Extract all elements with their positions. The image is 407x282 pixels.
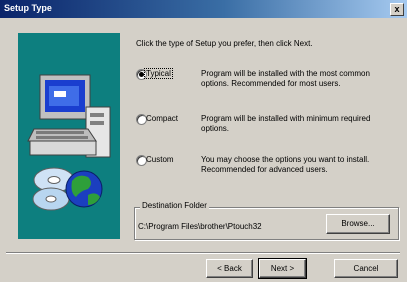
compact-description: Program will be installed with minimum r… (201, 114, 371, 133)
setup-illustration (18, 33, 120, 239)
back-button-label: < Back (217, 264, 242, 273)
radio-selected-dot (139, 72, 144, 77)
intro-text: Click the type of Setup you prefer, then… (136, 39, 313, 48)
next-button[interactable]: Next > (258, 258, 307, 279)
custom-description: You may choose the options you want to i… (201, 155, 370, 174)
browse-button-label: Browse... (341, 219, 375, 228)
separator (6, 252, 400, 254)
close-icon: x (394, 4, 400, 14)
destination-folder-legend: Destination Folder (140, 201, 209, 210)
setup-type-dialog: Setup Type x Click the type of Setup you… (0, 0, 407, 282)
custom-label[interactable]: Custom (146, 155, 174, 164)
computer-with-globe-and-cd-icon (27, 74, 111, 211)
title-bar[interactable]: Setup Type x (0, 0, 407, 18)
window-title: Setup Type (4, 3, 52, 13)
next-button-label: Next > (270, 264, 295, 273)
cancel-button[interactable]: Cancel (334, 259, 398, 278)
typical-label[interactable]: Typical (144, 68, 173, 79)
close-button[interactable]: x (390, 3, 404, 16)
destination-path: C:\Program Files\brother\Ptouch32 (138, 222, 262, 231)
typical-description: Program will be installed with the most … (201, 69, 370, 88)
compact-label[interactable]: Compact (146, 114, 178, 123)
back-button[interactable]: < Back (206, 259, 253, 278)
cancel-button-label: Cancel (353, 264, 379, 273)
browse-button[interactable]: Browse... (326, 214, 390, 234)
